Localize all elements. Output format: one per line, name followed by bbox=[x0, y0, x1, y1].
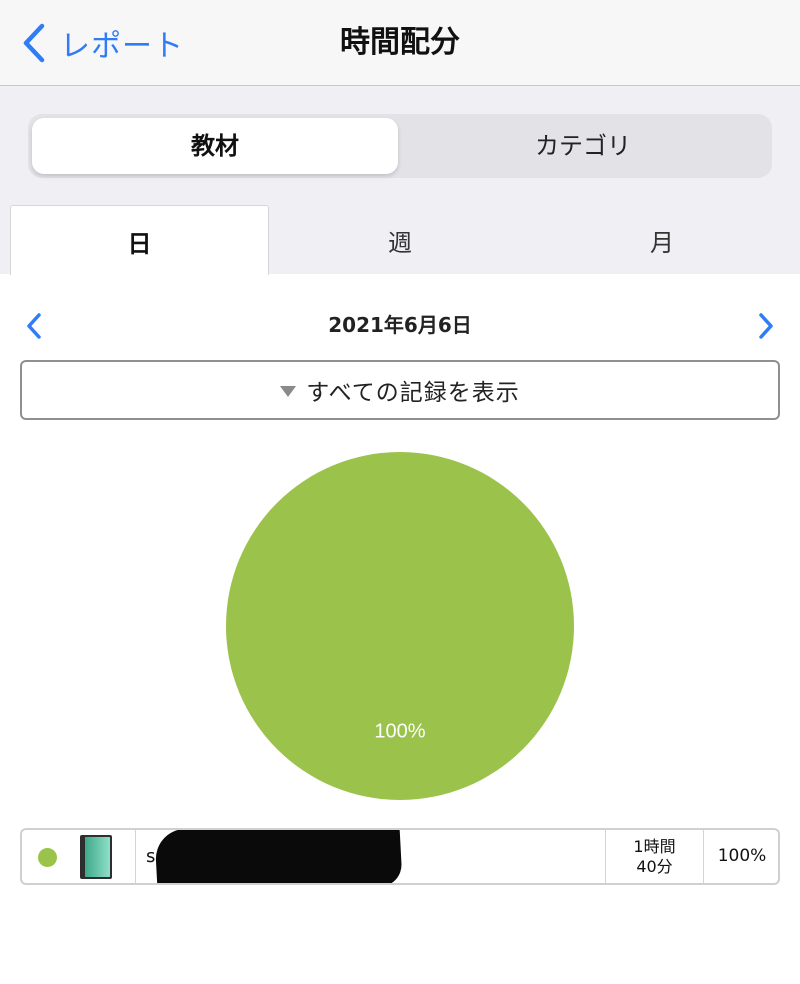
legend-time-hours: 1時間 bbox=[633, 837, 676, 856]
triangle-down-icon bbox=[280, 386, 297, 397]
current-date: 2021年6月6日 bbox=[328, 313, 472, 337]
segmented-control: 教材 カテゴリ bbox=[28, 114, 772, 178]
legend-color-dot bbox=[38, 848, 57, 867]
tab-month[interactable]: 月 bbox=[531, 205, 793, 275]
legend-percent: 100% bbox=[717, 846, 767, 866]
segment-category[interactable]: カテゴリ bbox=[398, 118, 768, 174]
period-tabs: 日 週 月 bbox=[0, 205, 800, 275]
legend-color-cell bbox=[22, 830, 70, 883]
pie-chart: 100% bbox=[220, 446, 580, 806]
tab-week[interactable]: 週 bbox=[269, 205, 531, 275]
pie-slice-label-0: 100% bbox=[374, 720, 425, 742]
record-filter-dropdown[interactable]: すべての記録を表示 bbox=[20, 360, 780, 420]
book-icon bbox=[80, 835, 112, 879]
legend-row[interactable]: s 1時間 40分 100% bbox=[20, 828, 780, 885]
legend-icon-cell bbox=[70, 830, 136, 883]
tab-day[interactable]: 日 bbox=[10, 205, 269, 275]
filter-label: すべての記録を表示 bbox=[306, 380, 520, 406]
redaction-mark bbox=[154, 830, 403, 883]
navigation-bar: レポート 時間配分 bbox=[0, 0, 800, 86]
legend-time-cell: 1時間 40分 bbox=[606, 830, 704, 883]
legend-time-minutes: 40分 bbox=[636, 857, 673, 876]
legend-name-cell: s bbox=[136, 830, 606, 883]
date-navigator: 2021年6月6日 bbox=[0, 303, 800, 347]
page-title: 時間配分 bbox=[340, 25, 460, 60]
pie-slice-0 bbox=[226, 452, 574, 800]
segment-materials[interactable]: 教材 bbox=[32, 118, 398, 174]
pie-chart-svg: 100% bbox=[226, 452, 574, 800]
legend-name: s bbox=[146, 846, 156, 867]
chevron-right-icon[interactable] bbox=[756, 311, 776, 341]
